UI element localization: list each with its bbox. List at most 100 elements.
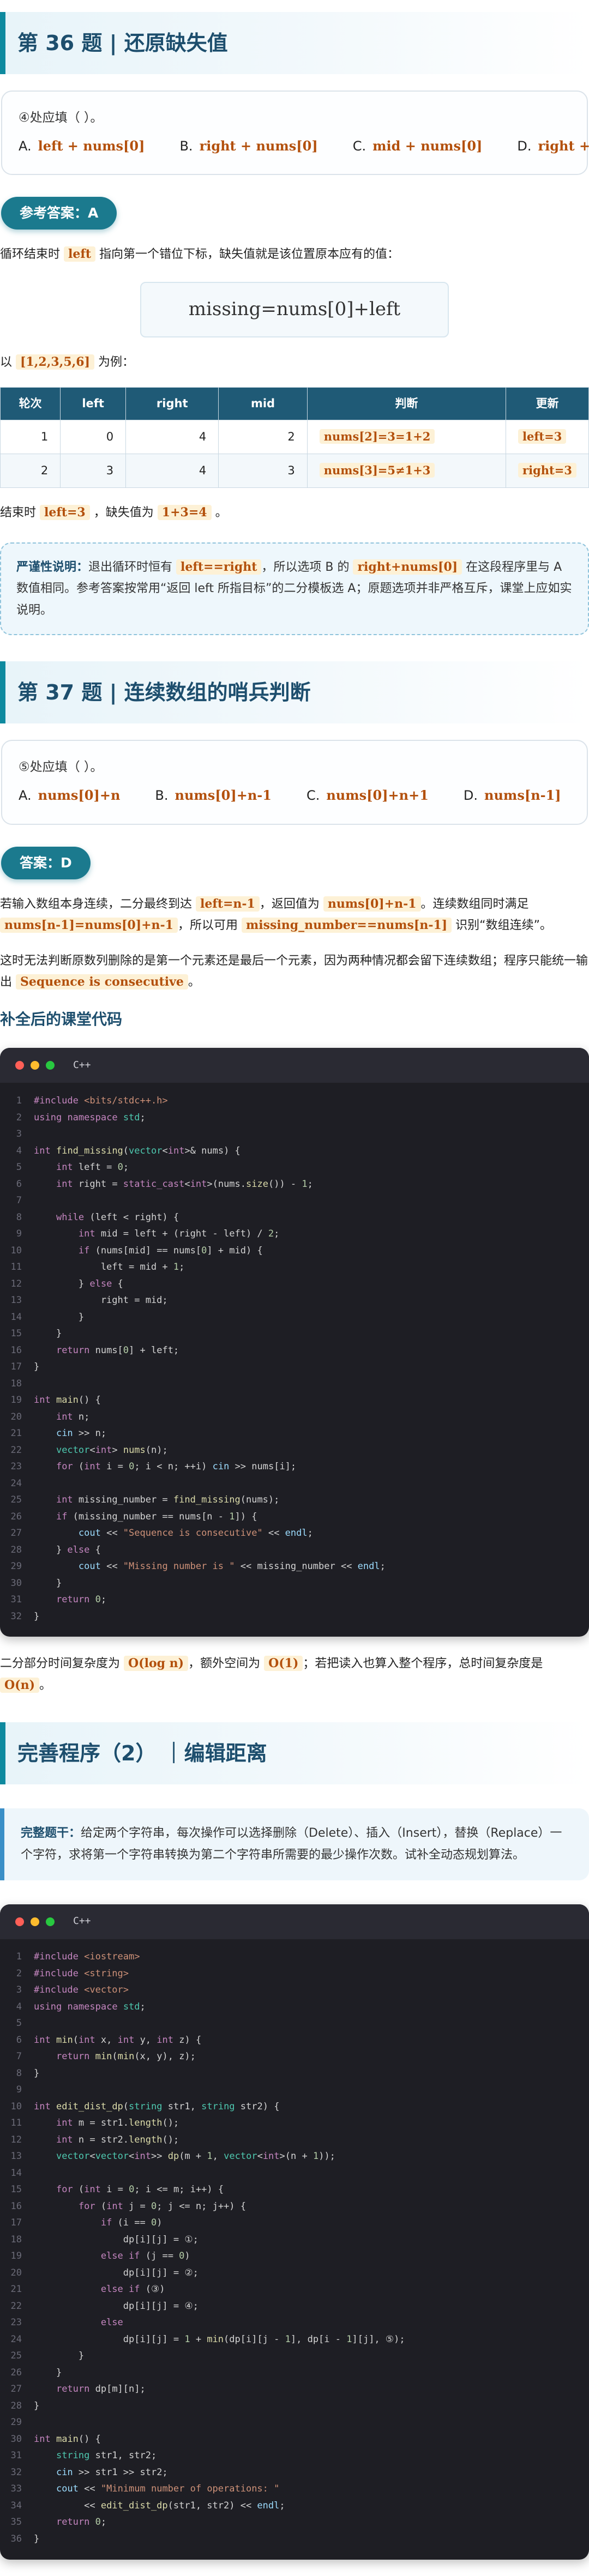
code-line: 9 [0, 2082, 589, 2099]
code-line: 1 #include <iostream> [0, 1949, 589, 1966]
option-a[interactable]: A. nums[0]+n [19, 785, 120, 806]
question-text: ④处应填（ ）。 [19, 111, 103, 125]
code-line: 14 [0, 2165, 589, 2182]
line-number: 34 [10, 2500, 22, 2511]
code-text: int edit_dist_dp(string str1, string str… [34, 2101, 280, 2112]
code-line: 8} [0, 2065, 589, 2082]
rigor-note: 严谨性说明：退出循环时恒有 left==right ，所以选项 B 的 right… [0, 542, 589, 636]
inline-code: left=3 [40, 505, 90, 521]
code-text: } else { [34, 1544, 101, 1555]
line-number: 24 [10, 2333, 22, 2345]
code-line: 23 for (int i = 0; i < n; ++i) cin >> nu… [0, 1458, 589, 1475]
code-line: 2 #include <string> [0, 1965, 589, 1982]
code-window-1: C++ 1 #include <bits/stdc++.h> 2 using name… [0, 1048, 589, 1637]
code-text: int left = 0; [56, 1162, 129, 1173]
text: 以 [0, 355, 13, 369]
line-number: 10 [10, 1245, 22, 1256]
code-line: 18 dp[i][j] = ①; [0, 2231, 589, 2248]
code-text: } [34, 1311, 85, 1323]
code-language-label: C++ [73, 1059, 91, 1071]
code-line: 24 dp[i][j] = 1 + min(dp[i][j - 1], dp[i… [0, 2331, 589, 2348]
line-number: 19 [10, 2251, 22, 2262]
option-c[interactable]: C. nums[0]+n+1 [306, 785, 429, 806]
option-value: mid + nums[0] [372, 137, 483, 154]
table-header: mid [218, 387, 308, 421]
line-number: 17 [10, 1361, 22, 1373]
line-number: 12 [10, 2134, 22, 2145]
code-text: #include <iostream> [34, 1951, 140, 1963]
code-line: 25 int missing_number = find_missing(num… [0, 1492, 589, 1509]
option-b[interactable]: B. right + nums[0] [179, 136, 317, 156]
line-number: 23 [10, 1461, 22, 1473]
code-text: dp[i][j] = 1 + min(dp[i][j - 1], dp[i - … [34, 2333, 405, 2345]
table-cell: 2 [0, 454, 61, 488]
line-number: 17 [10, 2217, 22, 2229]
option-value: right + 1 [538, 137, 589, 154]
example-text: 以 [1,2,3,5,6] 为例： [0, 352, 589, 373]
line-number: 7 [16, 1195, 22, 1206]
text: ；若把读入也算入整个程序，总时间复杂度是 [303, 1657, 543, 1671]
table-cell: 2 [218, 420, 308, 455]
code-window-header: C++ [0, 1904, 589, 1939]
line-number: 20 [10, 1411, 22, 1422]
text: ，所以可用 [178, 919, 238, 933]
question-text: ⑤处应填（ ）。 [19, 760, 103, 775]
code-line: 26 if (missing_number == nums[n - 1]) { [0, 1509, 589, 1525]
code-line: 7 return min(min(x, y), z); [0, 2049, 589, 2066]
option-d[interactable]: D. right + 1 [517, 136, 589, 156]
explanation-text: 若输入数组本身连续，二分最终到达 left=n-1 ，返回值为 nums[0]+n… [0, 894, 589, 937]
option-c[interactable]: C. mid + nums[0] [353, 136, 483, 156]
line-number: 19 [10, 1395, 22, 1406]
line-number: 13 [10, 2151, 22, 2162]
line-number: 3 [16, 1129, 22, 1140]
line-number: 30 [10, 2433, 22, 2445]
code-text: using namespace std; [34, 2001, 146, 2012]
code-text: } [34, 1577, 62, 1589]
maximize-dot-icon [46, 1061, 55, 1070]
code-line: 27 cout << "Sequence is consecutive" << … [0, 1525, 589, 1542]
code-text: int main() { [34, 1395, 101, 1406]
option-value: nums[n-1] [484, 787, 561, 804]
option-d[interactable]: D. nums[n-1] [464, 785, 561, 806]
code-text: for (int i = 0; i < n; ++i) cin >> nums[… [56, 1461, 297, 1473]
code-text: dp[i][j] = ②; [34, 2267, 199, 2278]
table-cell: nums[2]=3=1+2 [306, 420, 507, 455]
line-number: 8 [16, 2067, 22, 2079]
table-cell: nums[3]=5≠1+3 [306, 454, 507, 488]
table-cell: 3 [60, 454, 127, 488]
code-line: 2 using namespace std; [0, 1109, 589, 1126]
code-line: 6 int right = static_cast<int>(nums.size… [0, 1176, 589, 1193]
code-text: for (int j = 0; j <= n; j++) { [78, 2200, 247, 2212]
text: 指向第一个错位下标，缺失值就是该位置原本应有的值： [99, 248, 400, 262]
trace-table: 轮次 left right mid 判断 更新 1 0 4 2 nums[2]=… [0, 387, 589, 488]
code-text: string str1, str2; [56, 2450, 157, 2462]
note-label: 严谨性说明： [16, 560, 89, 574]
code-line: 23 else [0, 2315, 589, 2332]
code-line: 4 using namespace std; [0, 1999, 589, 2016]
code-text: if (i == 0) [100, 2217, 163, 2229]
table-header: 判断 [306, 387, 507, 421]
line-number: 15 [10, 1328, 22, 1340]
inline-code: Sequence is consecutive [16, 974, 188, 990]
options-row: A. left + nums[0] B. right + nums[0] C. mid… [19, 136, 589, 156]
close-dot-icon [15, 1061, 24, 1070]
code-text: << edit_dist_dp(str1, str2) << endl; [34, 2500, 285, 2511]
line-number: 26 [10, 2367, 22, 2378]
inline-code: O(n) [0, 1677, 39, 1693]
inline-code: right+nums[0] [353, 559, 462, 575]
code-line: 31 string str1, str2; [0, 2448, 589, 2465]
option-b[interactable]: B. nums[0]+n-1 [155, 785, 272, 806]
option-a[interactable]: A. left + nums[0] [19, 136, 145, 156]
line-number: 11 [10, 1262, 22, 1273]
result-text: 结束时 left=3 ，缺失值为 1+3=4 。 [0, 502, 589, 524]
options-row: A. nums[0]+n B. nums[0]+n-1 C. nums[0]+n+1 … [19, 785, 570, 806]
statement-text: 给定两个字符串，每次操作可以选择删除（Delete）、插入（Insert），替换… [21, 1826, 562, 1862]
inline-code: left [64, 246, 95, 262]
line-number: 7 [16, 2051, 22, 2062]
inline-code: left=n-1 [196, 896, 260, 912]
text: 循环结束时 [0, 248, 61, 262]
inline-code: nums[n-1]=nums[0]+n-1 [0, 918, 178, 933]
code-text: #include <vector> [34, 1984, 129, 1996]
code-line: 14 } [0, 1309, 589, 1326]
text: 。 [215, 506, 227, 520]
